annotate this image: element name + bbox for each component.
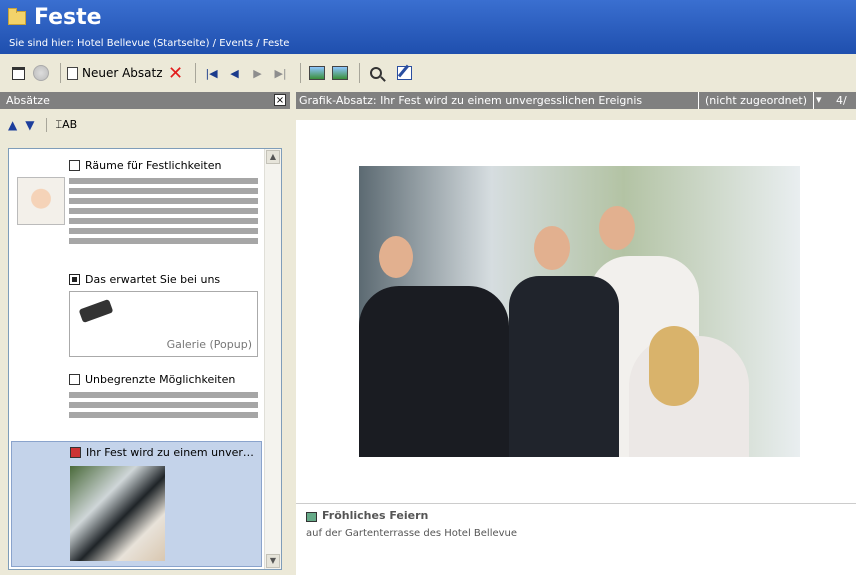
paragraph-list[interactable]: Räume für Festlichkeiten Das erwartet Si… (8, 148, 282, 570)
last-button[interactable]: ▶| (271, 63, 291, 83)
text-placeholder-lines (69, 392, 258, 422)
page-view-button[interactable] (8, 63, 28, 83)
move-down-icon[interactable]: ▼ (25, 118, 34, 132)
last-icon: ▶| (274, 66, 287, 80)
paragraphs-panel-header: Absätze × (0, 92, 290, 109)
list-item[interactable]: Das erwartet Sie bei uns (69, 273, 220, 286)
new-paragraph-label: Neuer Absatz (82, 66, 163, 80)
image-paragraph-icon (70, 447, 81, 458)
photo-figure (359, 286, 509, 457)
delete-icon: ✕ (167, 62, 184, 84)
folder-icon (8, 7, 26, 25)
scroll-up-icon[interactable]: ▲ (266, 150, 280, 164)
next-icon: ▶ (253, 66, 262, 80)
delete-button[interactable]: ✕ (166, 62, 186, 84)
next-button[interactable]: ▶ (248, 63, 268, 83)
new-paragraph-button[interactable]: Neuer Absatz (67, 63, 163, 83)
list-item-title: Unbegrenzte Möglichkeiten (85, 373, 236, 386)
image-properties-icon (331, 66, 348, 80)
list-item-title: Räume für Festlichkeiten (85, 159, 222, 172)
list-item-selected[interactable]: Ihr Fest wird zu einem unver… (11, 441, 262, 567)
photo-figure (649, 326, 699, 406)
caption-subtitle[interactable]: auf der Gartenterrasse des Hotel Bellevu… (306, 528, 517, 539)
move-up-icon[interactable]: ▲ (8, 118, 17, 132)
photo-face (599, 206, 635, 250)
edit-icon (397, 66, 413, 80)
photo-face (379, 236, 413, 278)
list-item-header: Ihr Fest wird zu einem unver… (70, 446, 254, 459)
page-header: Feste Sie sind hier: Hotel Bellevue (Sta… (0, 0, 856, 54)
gallery-thumbnail (78, 298, 114, 324)
globe-icon (33, 65, 49, 81)
editor-title: Grafik-Absatz: Ihr Fest wird zu einem un… (299, 94, 643, 107)
list-item-title: Ihr Fest wird zu einem unver… (86, 446, 254, 459)
previous-button[interactable]: ◀ (225, 63, 245, 83)
toolbar: Neuer Absatz ✕ |◀ ◀ ▶ ▶| (0, 57, 856, 89)
gallery-caption: Galerie (Popup) (166, 338, 252, 351)
web-view-button[interactable] (31, 63, 51, 83)
preview-button[interactable] (366, 63, 386, 83)
close-panel-button[interactable]: × (274, 94, 286, 106)
photo-figure (509, 276, 619, 457)
rename-button[interactable]: ⌶AB (55, 118, 77, 132)
paragraph-tools: ▲ ▼ ⌶AB (8, 118, 77, 132)
editor-canvas[interactable]: Fröhliches Feiern auf der Gartenterrasse… (296, 120, 856, 575)
list-item[interactable]: Räume für Festlichkeiten (69, 159, 221, 172)
text-paragraph-icon (69, 374, 80, 385)
first-icon: |◀ (205, 66, 218, 80)
first-button[interactable]: |◀ (202, 63, 222, 83)
gallery-paragraph-icon (69, 274, 80, 285)
list-item-title: Das erwartet Sie bei uns (85, 273, 221, 286)
editor-header: Grafik-Absatz: Ihr Fest wird zu einem un… (296, 92, 856, 109)
toolbar-separator (46, 118, 48, 132)
chevron-down-icon[interactable]: ▾ (816, 93, 822, 106)
paragraphs-panel-title: Absätze (6, 94, 50, 107)
text-placeholder-lines (69, 178, 258, 248)
assignment-dropdown[interactable]: (nicht zugeordnet) (698, 92, 815, 109)
magnifier-icon (369, 67, 382, 79)
insert-image-button[interactable] (307, 63, 327, 83)
paragraph-thumbnail (17, 177, 65, 225)
toolbar-separator (60, 63, 61, 83)
breadcrumb: Sie sind hier: Hotel Bellevue (Startseit… (9, 38, 290, 49)
image-properties-button[interactable] (330, 63, 350, 83)
scroll-down-icon[interactable]: ▼ (266, 554, 280, 568)
page-title: Feste (8, 5, 102, 30)
image-caption-icon (306, 512, 317, 522)
text-paragraph-icon (69, 160, 80, 171)
toolbar-separator (299, 63, 301, 83)
toolbar-separator (194, 63, 196, 83)
selected-paragraph-thumbnail (70, 466, 165, 561)
new-page-icon (67, 66, 78, 80)
rename-label: AB (62, 118, 78, 131)
caption-divider (296, 503, 856, 504)
page-view-icon (11, 66, 25, 80)
image-icon (308, 66, 325, 80)
previous-icon: ◀ (230, 66, 239, 80)
caption-title[interactable]: Fröhliches Feiern (322, 509, 428, 522)
photo-face (534, 226, 570, 270)
wedding-photo[interactable] (359, 166, 800, 457)
page-indicator: 4/ (836, 94, 847, 107)
list-item[interactable]: Unbegrenzte Möglichkeiten (69, 373, 235, 386)
toolbar-separator (358, 63, 360, 83)
gallery-preview: Galerie (Popup) (69, 291, 258, 357)
page-title-text: Feste (34, 5, 102, 30)
edit-button[interactable] (395, 63, 415, 83)
list-scrollbar[interactable]: ▲ ▼ (264, 149, 281, 569)
